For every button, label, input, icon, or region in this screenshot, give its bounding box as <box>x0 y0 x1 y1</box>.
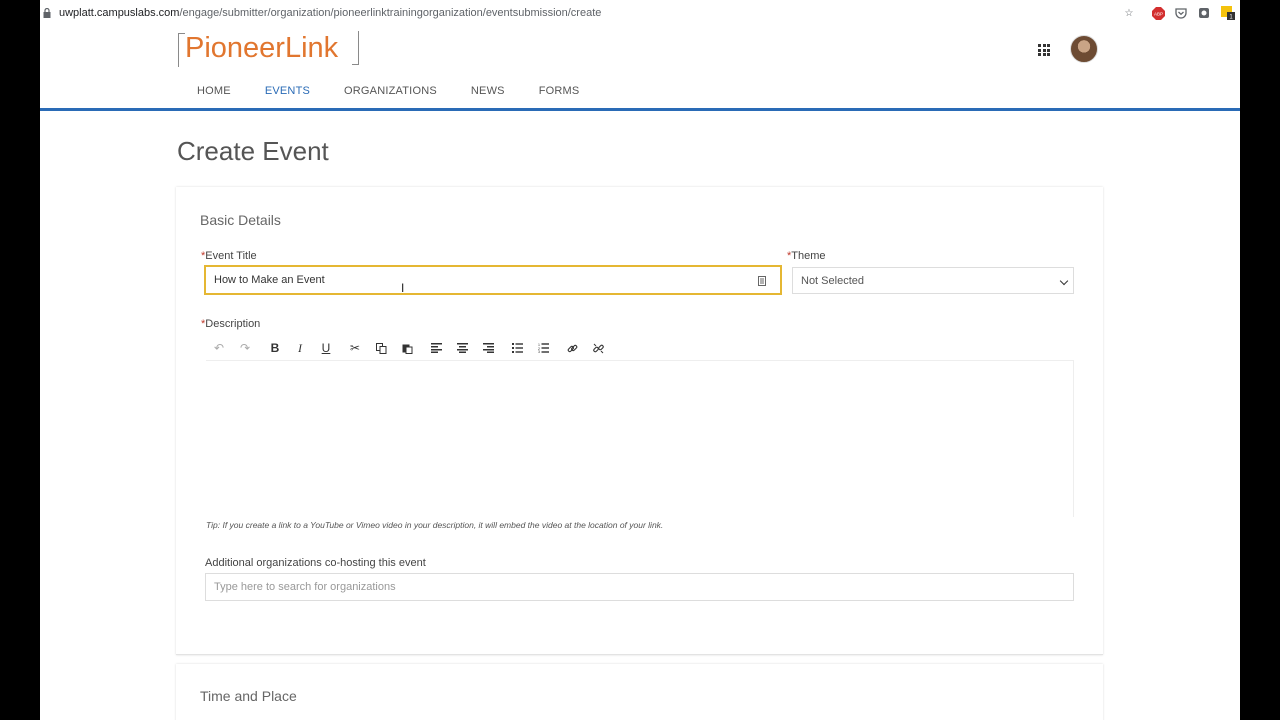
copy-icon[interactable] <box>372 339 390 357</box>
chevron-down-icon <box>1059 276 1069 286</box>
cohost-placeholder: Type here to search for organizations <box>214 581 396 593</box>
event-title-label-text: Event Title <box>205 250 257 262</box>
theme-label-text: Theme <box>791 250 826 262</box>
event-title-label: *Event Title <box>201 250 257 262</box>
align-right-icon[interactable] <box>479 339 497 357</box>
browser-viewport: uwplatt.campuslabs.com/engage/submitter/… <box>40 0 1240 720</box>
basic-details-title: Basic Details <box>200 212 281 228</box>
unlink-icon[interactable] <box>589 339 607 357</box>
logo-bracket-right <box>352 31 359 65</box>
adblock-icon[interactable]: ABP <box>1151 6 1165 20</box>
underline-icon[interactable]: U <box>317 339 335 357</box>
text-cursor-icon: I <box>401 281 405 295</box>
lock-icon <box>43 8 51 18</box>
url-text[interactable]: uwplatt.campuslabs.com/engage/submitter/… <box>59 7 601 19</box>
svg-text:3: 3 <box>538 350 540 353</box>
nav-organizations[interactable]: ORGANIZATIONS <box>327 75 454 111</box>
cohost-label: Additional organizations co-hosting this… <box>205 557 426 569</box>
bold-icon[interactable]: B <box>266 339 284 357</box>
page-title: Create Event <box>177 136 329 166</box>
extension-icon[interactable] <box>1197 6 1211 20</box>
site-header: PioneerLink HOME EVENTS ORGANIZATIONS NE… <box>40 27 1240 111</box>
site-logo[interactable]: PioneerLink <box>185 32 338 65</box>
description-tip: Tip: If you create a link to a YouTube o… <box>206 520 664 530</box>
nav-events[interactable]: EVENTS <box>247 75 328 111</box>
main-nav: HOME EVENTS ORGANIZATIONS NEWS FORMS <box>180 75 596 111</box>
bookmark-star-icon[interactable]: ☆ <box>1122 6 1136 20</box>
pocket-icon[interactable] <box>1174 6 1188 20</box>
link-icon[interactable] <box>563 339 581 357</box>
url-host: uwplatt.campuslabs.com <box>59 7 180 19</box>
description-editor[interactable] <box>206 361 1074 517</box>
svg-text:ABP: ABP <box>1153 11 1162 16</box>
theme-select[interactable]: Not Selected <box>792 267 1074 294</box>
nav-news[interactable]: NEWS <box>454 75 522 111</box>
event-title-input[interactable]: How to Make an Event <box>204 265 782 295</box>
time-place-title: Time and Place <box>200 688 297 704</box>
notes-extension-icon[interactable]: 1 <box>1221 6 1235 20</box>
editor-toolbar: ↶ ↷ B I U ✂ 123 <box>206 335 1074 361</box>
user-avatar[interactable] <box>1070 35 1098 63</box>
url-path: /engage/submitter/organization/pioneerli… <box>179 7 602 19</box>
nav-forms[interactable]: FORMS <box>522 75 597 111</box>
logo-bracket-left <box>178 33 185 67</box>
theme-selected-value: Not Selected <box>801 274 864 287</box>
redo-icon[interactable]: ↷ <box>236 339 254 357</box>
theme-label: *Theme <box>787 250 826 262</box>
apps-grid-icon[interactable] <box>1038 44 1050 56</box>
undo-icon[interactable]: ↶ <box>210 339 228 357</box>
italic-icon[interactable]: I <box>291 339 309 357</box>
description-label: *Description <box>201 318 260 330</box>
align-center-icon[interactable] <box>453 339 471 357</box>
bullet-list-icon[interactable] <box>508 339 526 357</box>
paste-icon[interactable] <box>398 339 416 357</box>
numbered-list-icon[interactable]: 123 <box>534 339 552 357</box>
cohost-search-input[interactable]: Type here to search for organizations <box>205 573 1074 601</box>
cut-icon[interactable]: ✂ <box>346 339 364 357</box>
address-bar[interactable]: uwplatt.campuslabs.com/engage/submitter/… <box>40 0 1240 27</box>
time-place-card <box>176 664 1103 720</box>
align-left-icon[interactable] <box>427 339 445 357</box>
event-title-value: How to Make an Event <box>214 274 325 286</box>
nav-home[interactable]: HOME <box>180 75 248 111</box>
autofill-icon[interactable] <box>758 276 766 286</box>
description-label-text: Description <box>205 318 261 330</box>
